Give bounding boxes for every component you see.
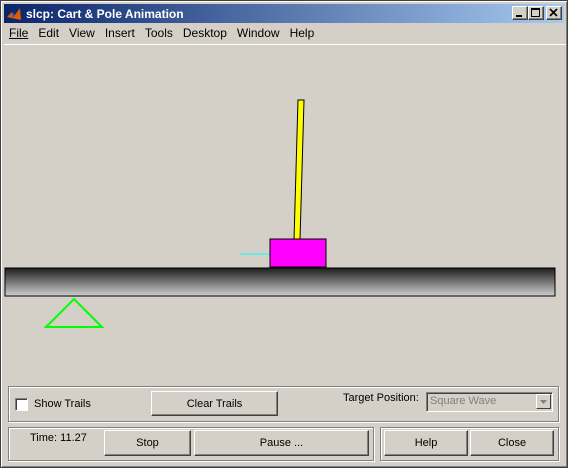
app-window: slcp: Cart & Pole Animation File Edit Vi… (0, 0, 568, 468)
maximize-icon (531, 8, 540, 17)
pole (293, 99, 305, 241)
target-marker (43, 297, 105, 328)
menu-view[interactable]: View (64, 24, 100, 43)
help-button[interactable]: Help (384, 430, 468, 456)
menu-window-label: Window (236, 26, 280, 40)
matlab-icon (7, 7, 21, 20)
minimize-button[interactable] (512, 6, 528, 20)
track (4, 267, 556, 297)
maximize-button[interactable] (528, 6, 544, 20)
menu-edit[interactable]: Edit (33, 24, 64, 43)
menu-view-label: View (69, 26, 95, 40)
menu-tools[interactable]: Tools (140, 24, 178, 43)
menu-edit-label: Edit (38, 26, 60, 40)
cart-pole-scene (4, 99, 556, 328)
menu-desktop-label: Desktop (182, 26, 227, 40)
minimize-icon (516, 15, 522, 17)
close-button[interactable]: Close (470, 430, 554, 456)
menu-desktop[interactable]: Desktop (178, 24, 232, 43)
pause-button[interactable]: Pause ... (194, 430, 369, 456)
menu-insert-label: Insert (104, 26, 135, 40)
cart (269, 238, 327, 268)
menu-tools-label: Tools (144, 26, 173, 40)
menu-file-label: File (9, 26, 29, 40)
target-position-label: Target Position: (343, 392, 419, 404)
stop-button[interactable]: Stop (104, 430, 191, 456)
animation-canvas (4, 44, 566, 379)
menu-insert[interactable]: Insert (100, 24, 140, 43)
menu-help[interactable]: Help (285, 24, 320, 43)
menu-bar: File Edit View Insert Tools Desktop Wind… (4, 24, 564, 43)
show-trails-label: Show Trails (34, 398, 91, 410)
target-position-value: Square Wave (430, 395, 497, 407)
target-position-select[interactable]: Square Wave (426, 392, 553, 412)
chevron-down-icon (540, 400, 547, 404)
menu-window[interactable]: Window (232, 24, 285, 43)
dropdown-button[interactable] (536, 394, 551, 409)
time-readout: Time: 11.27 (30, 432, 87, 444)
window-title: slcp: Cart & Pole Animation (26, 6, 184, 21)
close-window-button[interactable] (546, 6, 562, 20)
menu-help-label: Help (289, 26, 315, 40)
show-trails-checkbox[interactable] (15, 398, 28, 411)
clear-trails-button[interactable]: Clear Trails (151, 391, 278, 416)
title-bar[interactable]: slcp: Cart & Pole Animation (4, 4, 564, 23)
close-icon (549, 8, 558, 17)
menu-file[interactable]: File (4, 24, 33, 43)
